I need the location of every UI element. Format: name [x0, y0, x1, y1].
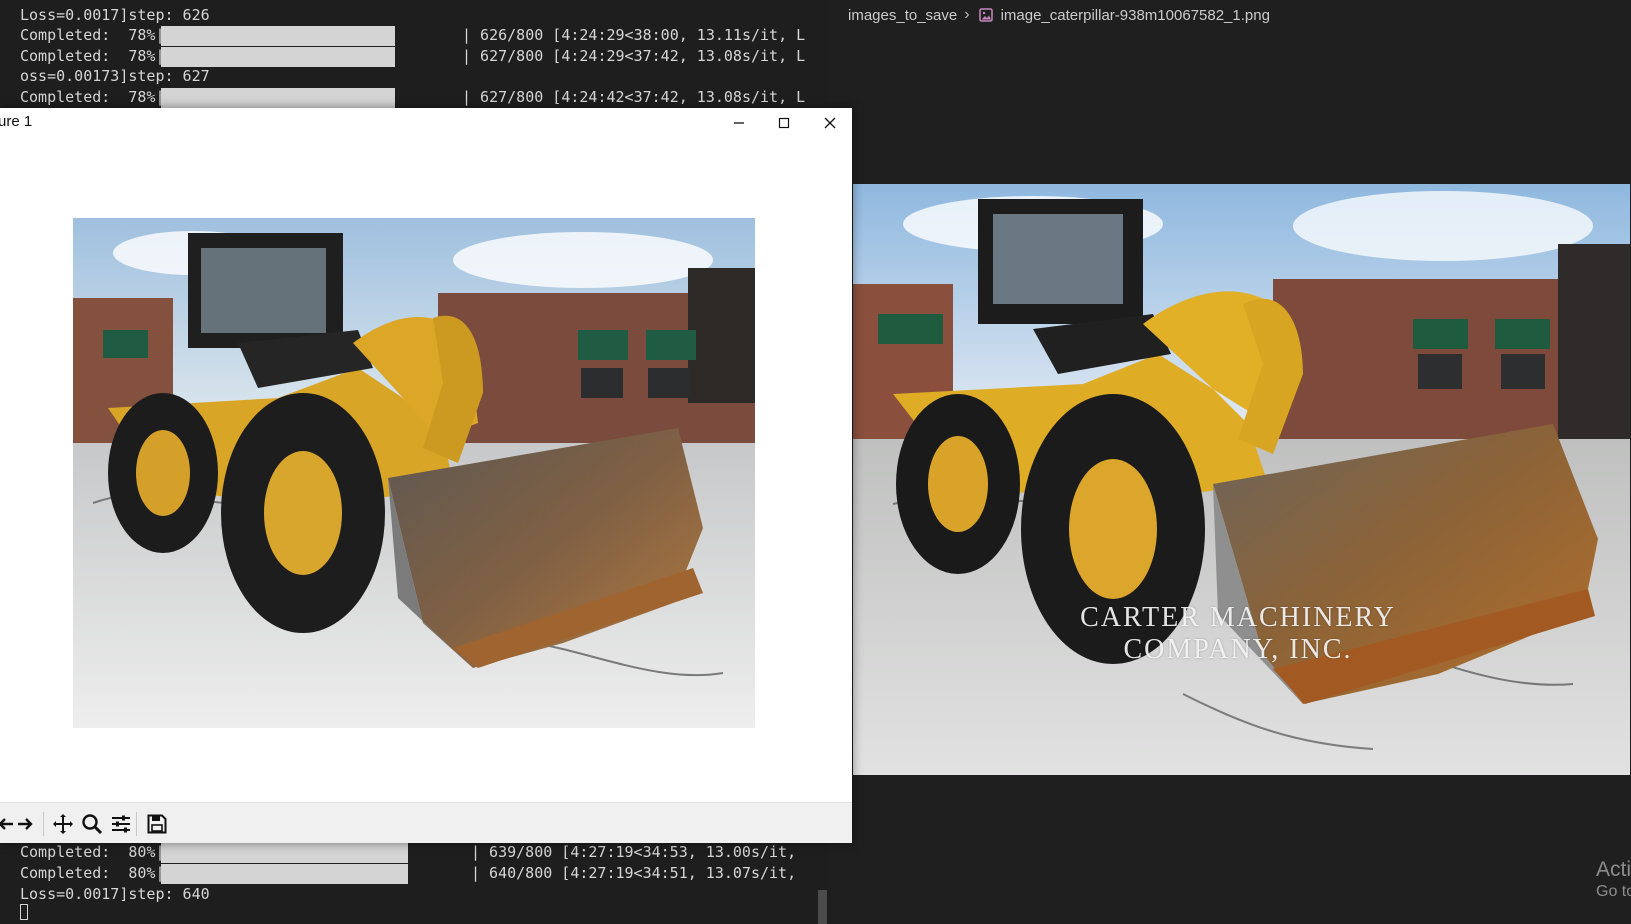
loader-photo [853, 184, 1630, 775]
minimize-icon[interactable] [717, 108, 761, 138]
reconstructed-loader-image [73, 218, 755, 728]
progress-label: Completed: 78%| [20, 26, 165, 44]
progress-bar [161, 47, 395, 67]
breadcrumb-folder[interactable]: images_to_save [848, 7, 957, 24]
figure-image[interactable] [73, 218, 755, 728]
zoom-icon [82, 814, 103, 835]
watermark-line: COMPANY, INC. [1123, 634, 1353, 665]
toolbar-divider [136, 812, 137, 836]
image-file-icon [978, 8, 993, 22]
activation-title: Activ [1596, 858, 1631, 881]
figure-toolbar [0, 802, 852, 843]
watermark-text: CARTER MACHINERY COMPANY, INC. [1078, 602, 1398, 666]
configure-subplots-icon[interactable] [108, 811, 134, 837]
image-preview: CARTER MACHINERY COMPANY, INC. [853, 184, 1630, 775]
progress-bar [161, 88, 395, 108]
save-icon [147, 814, 167, 834]
pan-icon[interactable] [50, 811, 76, 837]
watermark-line: CARTER MACHINERY [1080, 602, 1396, 633]
progress-label: Completed: 80%| [20, 864, 165, 882]
windows-activation-notice: Activ Go to [1596, 858, 1631, 902]
chevron-right-icon: › [964, 6, 970, 23]
progress-stats: | 640/800 [4:27:19<34:51, 13.07s/it, [471, 864, 797, 882]
activation-subtitle: Go to [1596, 883, 1631, 900]
matplotlib-figure-window[interactable]: ure 1 [0, 108, 852, 843]
progress-stats: | 626/800 [4:24:29<38:00, 13.11s/it, L [462, 26, 806, 44]
close-icon[interactable] [808, 108, 852, 138]
desktop-screen: Loss=0.0017]step: 626 Completed: 78%| | … [0, 0, 1631, 924]
progress-label: Completed: 80%| [20, 843, 165, 861]
pan-icon [53, 814, 73, 834]
forward-arrow-icon[interactable] [12, 811, 38, 837]
terminal-line: oss=0.00173]step: 627 [20, 67, 210, 85]
image-viewer-pane: images_to_save › image_caterpillar-938m1… [829, 0, 1631, 924]
save-icon[interactable] [144, 811, 170, 837]
zoom-icon[interactable] [79, 811, 105, 837]
progress-stats: | 639/800 [4:27:19<34:53, 13.00s/it, [471, 843, 797, 861]
progress-stats: | 627/800 [4:24:42<37:42, 13.08s/it, L [462, 88, 806, 106]
maximize-icon[interactable] [762, 108, 806, 138]
configure-subplots-icon [112, 815, 130, 833]
progress-label: Completed: 78%| [20, 47, 165, 65]
progress-stats: | 627/800 [4:24:29<37:42, 13.08s/it, L [462, 47, 806, 65]
progress-bar [161, 864, 408, 884]
progress-label: Completed: 78%| [20, 88, 165, 106]
window-title: ure 1 [0, 113, 33, 130]
maximize-icon [778, 117, 790, 129]
terminal-cursor [20, 904, 28, 920]
breadcrumb[interactable]: images_to_save › image_caterpillar-938m1… [848, 5, 1270, 25]
terminal-scrollbar[interactable] [818, 890, 827, 924]
progress-bar [161, 843, 408, 863]
breadcrumb-file[interactable]: image_caterpillar-938m10067582_1.png [1001, 7, 1270, 24]
close-icon [824, 117, 836, 129]
toolbar-divider [43, 812, 44, 836]
forward-arrow-icon [18, 818, 33, 830]
terminal-line: Loss=0.0017]step: 626 [20, 6, 210, 24]
terminal-line: Loss=0.0017]step: 640 [20, 885, 210, 903]
minimize-icon [734, 122, 744, 124]
progress-bar [161, 26, 395, 46]
